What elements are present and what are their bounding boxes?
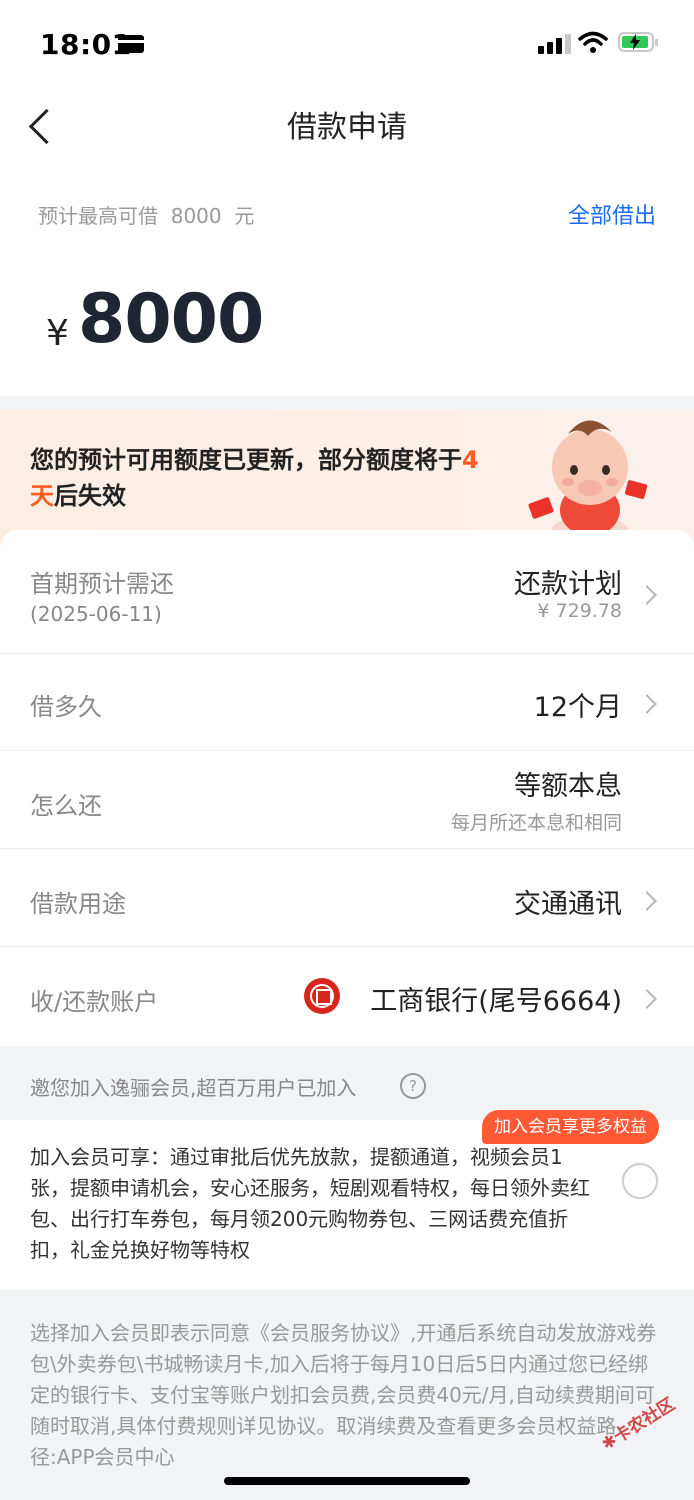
- member-badge: 加入会员享更多权益: [482, 1110, 659, 1144]
- borrow-all-button[interactable]: 全部借出: [568, 198, 656, 230]
- page-title: 借款申请: [287, 110, 407, 145]
- banner-text-main: 您的预计可用额度已更新，部分额度将于: [30, 446, 462, 474]
- repay-method-value: 等额本息: [514, 771, 622, 802]
- duration-row[interactable]: 借多久 12个月: [0, 653, 694, 751]
- member-invite-text: 邀您加入逸骊会员,超百万用户已加入: [30, 1076, 357, 1100]
- first-payment-amount: ¥ 729.78: [537, 600, 622, 622]
- promo-banner: 您的预计可用额度已更新，部分额度将于4天后失效: [0, 410, 694, 550]
- icbc-logo-icon: [304, 978, 340, 1014]
- card-icon: [118, 35, 144, 53]
- repay-method-desc: 每月所还本息和相同: [450, 812, 622, 834]
- account-label: 收/还款账户: [30, 988, 159, 1016]
- amount-input[interactable]: 8000: [78, 280, 264, 359]
- home-indicator: [224, 1477, 470, 1485]
- mascot-image: [528, 420, 648, 544]
- repay-method-label: 怎么还: [30, 792, 102, 820]
- currency-symbol: ¥: [46, 313, 69, 354]
- amount-section: 预计最高可借 8000 元 全部借出 ¥ 8000: [0, 168, 694, 396]
- first-payment-label: 首期预计需还: [30, 570, 174, 598]
- chevron-right-icon: [637, 694, 657, 714]
- signal-icon: [538, 32, 572, 54]
- account-row[interactable]: 收/还款账户 工商银行(尾号6664): [0, 946, 694, 1046]
- nav-bar: 借款申请: [0, 88, 694, 168]
- first-payment-row[interactable]: 首期预计需还 (2025-06-11) 还款计划 ¥ 729.78: [0, 530, 694, 654]
- status-bar: 18:01: [0, 0, 694, 88]
- purpose-label: 借款用途: [30, 890, 126, 918]
- account-value: 工商银行(尾号6664): [370, 986, 622, 1017]
- duration-label: 借多久: [30, 693, 102, 721]
- banner-text-tail: 后失效: [54, 482, 126, 510]
- first-payment-date: (2025-06-11): [30, 602, 162, 626]
- repayment-plan-link[interactable]: 还款计划: [514, 562, 622, 601]
- wifi-icon: [578, 31, 608, 53]
- chevron-right-icon: [637, 891, 657, 911]
- help-icon[interactable]: ?: [400, 1073, 426, 1099]
- loan-details-card: 首期预计需还 (2025-06-11) 还款计划 ¥ 729.78 借多久 12…: [0, 530, 694, 1046]
- member-benefits-text: 加入会员可享：通过审批后优先放款，提额通道，视频会员1张，提额申请机会，安心还服…: [30, 1145, 590, 1262]
- purpose-value: 交通通讯: [514, 889, 622, 920]
- chevron-right-icon: [637, 585, 657, 605]
- duration-value: 12个月: [533, 692, 622, 723]
- max-amount-text: 预计最高可借 8000 元: [38, 204, 255, 228]
- chevron-right-icon: [637, 989, 657, 1009]
- purpose-row[interactable]: 借款用途 交通通讯: [0, 848, 694, 947]
- member-agreement-text: 选择加入会员即表示同意《会员服务协议》,开通后系统自动发放游戏券包\外卖券包\书…: [30, 1321, 657, 1469]
- repay-method-row: 怎么还 等额本息 每月所还本息和相同: [0, 750, 694, 849]
- member-radio[interactable]: [622, 1163, 658, 1199]
- battery-icon: [618, 32, 658, 52]
- banner-text: 您的预计可用额度已更新，部分额度将于4天后失效: [30, 442, 500, 514]
